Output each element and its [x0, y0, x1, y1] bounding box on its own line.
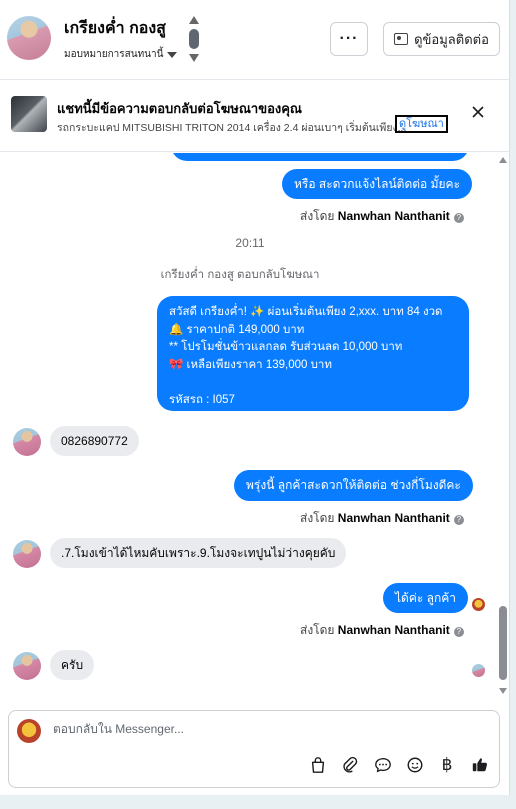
assign-conversation-dropdown[interactable]: มอบหมายการสนทนานี้: [64, 47, 178, 62]
ad-reply-banner: แชทนี้มีข้อความตอบกลับต่อโฆษณาของคุณ รถก…: [0, 81, 510, 152]
view-ad-link[interactable]: ดูโฆษณา: [395, 115, 448, 133]
message-bubble-incoming: .7.โมงเข้าได้ไหมคับเพราะ.9.โมงจะเทปูนไม่…: [50, 538, 347, 568]
info-icon[interactable]: ?: [453, 627, 464, 637]
message-bubble-partial: [171, 153, 469, 161]
promo-line: สวัสดี เกรียงค่ำ! ✨ ผ่อนเริ่มต้นเพียง 2,…: [169, 306, 443, 318]
more-icon: ···: [339, 30, 359, 47]
ad-banner-title: แชทนี้มีข้อความตอบกลับต่อโฆษณาของคุณ: [57, 101, 302, 116]
reply-composer: ฿: [8, 710, 500, 788]
more-options-button[interactable]: ···: [330, 22, 368, 56]
scroll-down-arrow-icon[interactable]: [499, 688, 507, 694]
paperclip-icon[interactable]: [340, 755, 360, 775]
scroll-up-arrow-icon[interactable]: [499, 157, 507, 163]
contact-avatar-small: [13, 540, 41, 568]
conversation-panel: เกรียงค่ำ กองสู มอบหมายการสนทนานี้ ··· ด…: [0, 0, 510, 795]
message-bubble-incoming: 0826890772: [50, 426, 139, 456]
promo-line: ** โปรโมชั่นข้าวแลกลด รับส่วนลด 10,000 บ…: [169, 341, 403, 353]
agent-name: Nanwhan Nanthanit: [337, 623, 450, 637]
conversation-header: เกรียงค่ำ กองสู มอบหมายการสนทนานี้ ··· ด…: [0, 0, 510, 80]
promo-line: รหัสรถ : I057: [169, 393, 235, 406]
promo-line: 🔔 ราคาปกติ 149,000 บาท: [169, 323, 305, 336]
message-bubble-outgoing: หรือ สะดวกแจ้งไลน์ติดต่อ มั้ยคะ: [282, 169, 473, 199]
caret-down-icon: [167, 51, 178, 58]
contact-avatar-small: [13, 652, 41, 680]
sent-by-label: ส่งโดย Nanwhan Nanthanit?: [300, 207, 464, 226]
shopping-bag-icon[interactable]: [308, 755, 328, 775]
promo-message-bubble: สวัสดี เกรียงค่ำ! ✨ ผ่อนเริ่มต้นเพียง 2,…: [157, 296, 469, 411]
next-arrow-icon[interactable]: [189, 54, 199, 62]
contact-card-icon: [394, 33, 409, 45]
message-list: หรือ สะดวกแจ้งไลน์ติดต่อ มั้ยคะ ส่งโดย N…: [0, 153, 510, 700]
sent-by-prefix: ส่งโดย: [300, 511, 335, 525]
contact-avatar[interactable]: [7, 16, 51, 60]
ad-reply-note: เกรียงค่ำ กองสู ตอบกลับโฆษณา: [160, 269, 320, 281]
contact-avatar-small: [13, 428, 41, 456]
thumbs-up-icon[interactable]: [470, 755, 490, 775]
emoji-icon[interactable]: [405, 755, 425, 775]
message-bubble-outgoing: พรุ่งนี้ ลูกค้าสะดวกให้ติดต่อ ช่วงกี่โมง…: [234, 470, 473, 501]
agent-name: Nanwhan Nanthanit: [337, 209, 450, 223]
saved-reply-icon[interactable]: [373, 755, 393, 775]
agent-name: Nanwhan Nanthanit: [337, 511, 450, 525]
seen-avatar: [472, 598, 485, 611]
message-timestamp: 20:11: [235, 236, 265, 250]
scrollbar-thumb[interactable]: [499, 606, 507, 680]
sent-by-prefix: ส่งโดย: [300, 623, 335, 637]
baht-icon[interactable]: ฿: [437, 755, 457, 775]
info-icon[interactable]: ?: [453, 515, 464, 525]
message-bubble-incoming: ครับ: [50, 650, 95, 680]
info-icon[interactable]: ?: [453, 213, 464, 223]
close-icon[interactable]: [468, 102, 488, 122]
assign-label: มอบหมายการสนทนานี้: [64, 49, 164, 60]
message-bubble-outgoing: ได้ค่ะ ลูกค้า: [383, 583, 469, 613]
contact-name[interactable]: เกรียงค่ำ กองสู: [64, 16, 166, 41]
promo-line: 🎀 เหลือเพียงราคา 139,000 บาท: [169, 358, 332, 371]
view-contact-label: ดูข้อมูลติดต่อ: [414, 31, 489, 47]
ad-banner-description: รถกระบะแคป MITSUBISHI TRITON 2014 เครื่อ…: [57, 122, 407, 134]
previous-arrow-icon[interactable]: [189, 16, 199, 24]
ad-thumbnail[interactable]: [11, 96, 47, 132]
sent-by-prefix: ส่งโดย: [300, 209, 335, 223]
view-contact-button[interactable]: ดูข้อมูลติดต่อ: [383, 22, 500, 56]
sent-by-label: ส่งโดย Nanwhan Nanthanit?: [300, 621, 464, 640]
promo-line: [169, 374, 457, 392]
navigator-handle[interactable]: [189, 29, 199, 49]
conversation-navigator[interactable]: [186, 16, 202, 64]
sent-by-label: ส่งโดย Nanwhan Nanthanit?: [300, 509, 464, 528]
seen-avatar: [472, 664, 485, 677]
reply-input[interactable]: [53, 722, 483, 736]
page-avatar: [17, 719, 41, 743]
